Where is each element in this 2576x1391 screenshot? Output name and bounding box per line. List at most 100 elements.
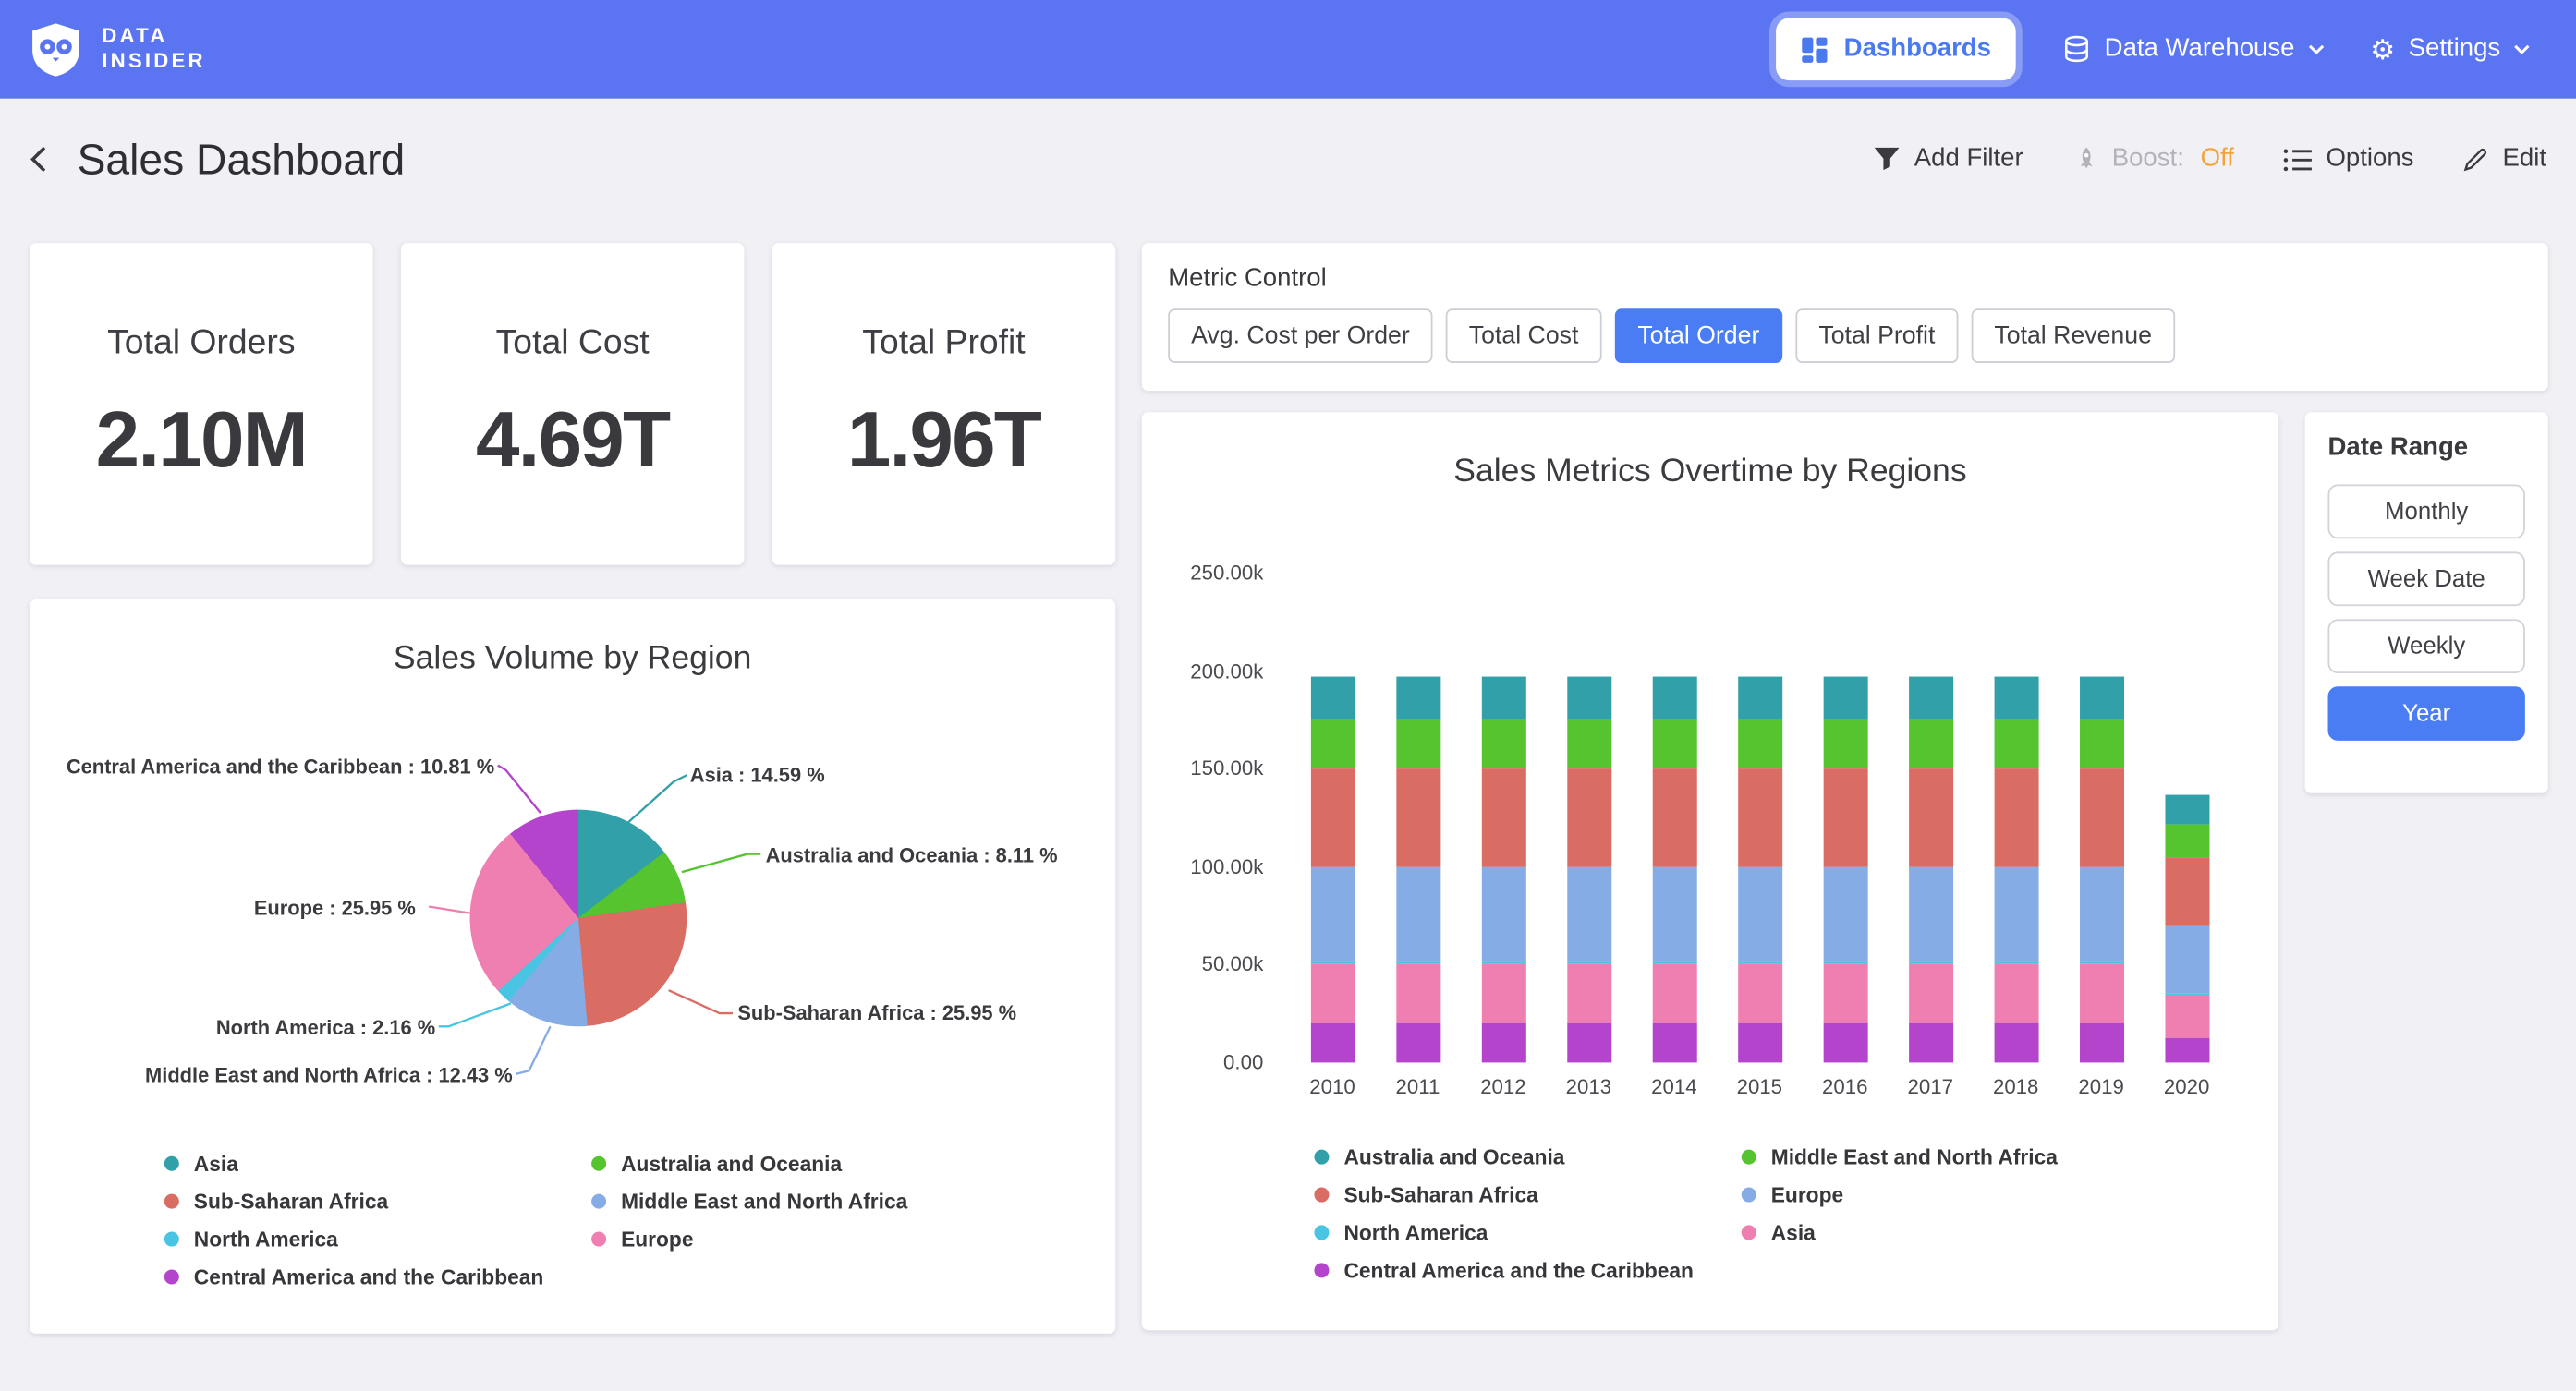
bar-segment (1652, 769, 1696, 867)
bar-segment (1481, 1023, 1525, 1062)
bar-stack (2079, 677, 2123, 1062)
legend-dot (591, 1194, 606, 1209)
bar-stack (1566, 677, 1610, 1062)
bar-segment (1395, 964, 1440, 1023)
bar-xrow: 2010201120122013201420152016201720182019… (1290, 1076, 2230, 1099)
legend-label: Middle East and North Africa (621, 1189, 907, 1214)
legend-dot (164, 1269, 179, 1284)
pie-chart-area: Asia : 14.59 % Australia and Oceania : 8… (30, 688, 1115, 1129)
legend-dot (1742, 1150, 1756, 1165)
brand-line2: INSIDER (102, 49, 206, 74)
bar-segment (1566, 964, 1610, 1023)
bar-column[interactable] (1632, 574, 1717, 1063)
date-range-options: Monthly Week Date Weekly Year (2328, 485, 2525, 741)
legend-item[interactable]: Europe (591, 1227, 907, 1252)
bar-column[interactable] (1973, 574, 2058, 1063)
bar-segment (1737, 964, 1781, 1023)
metric-button[interactable]: Total Order (1615, 308, 1783, 363)
x-axis-label: 2016 (1803, 1076, 1888, 1099)
nav-dashboards[interactable]: Dashboards (1777, 18, 2016, 81)
y-axis-tick: 200.00k (1168, 658, 1263, 683)
bar-column[interactable] (1290, 574, 1375, 1063)
legend-item[interactable]: North America (164, 1227, 591, 1252)
date-range-option[interactable]: Week Date (2328, 551, 2525, 606)
bar-segment (1310, 769, 1355, 867)
metric-button[interactable]: Total Revenue (1972, 308, 2175, 363)
legend-dot (164, 1156, 179, 1171)
nav-settings[interactable]: ⚙ Settings (2370, 34, 2530, 64)
bar-segment (1737, 720, 1781, 769)
bar-column[interactable] (1461, 574, 1546, 1063)
bar-segment (1481, 769, 1525, 867)
header-actions: Add Filter Boost: Off Options (1873, 144, 2546, 174)
bar-area: 2010201120122013201420152016201720182019… (1168, 560, 2255, 1119)
bar-column[interactable] (1375, 574, 1460, 1063)
bar-column[interactable] (2059, 574, 2144, 1063)
bar-column[interactable] (2144, 574, 2229, 1063)
nav-dashboards-label: Dashboards (1844, 34, 1991, 64)
brand-logo: DATA INSIDER (26, 19, 205, 79)
legend-dot (1314, 1188, 1329, 1203)
callout-line-asia (626, 775, 687, 824)
options-button[interactable]: Options (2283, 144, 2413, 174)
bar-segment (1566, 1023, 1610, 1062)
legend-label: Europe (1771, 1182, 1843, 1207)
bar-column[interactable] (1546, 574, 1631, 1063)
legend-item[interactable]: North America (1314, 1220, 1741, 1245)
add-filter-label: Add Filter (1914, 144, 2023, 174)
date-range-option[interactable]: Year (2328, 686, 2525, 741)
metric-button[interactable]: Total Cost (1446, 308, 1601, 363)
pie-callout-label: Australia and Oceania : 8.11 % (766, 844, 1058, 867)
legend-item[interactable]: Asia (1742, 1220, 2058, 1245)
date-range-option[interactable]: Weekly (2328, 619, 2525, 673)
metric-button[interactable]: Avg. Cost per Order (1168, 308, 1432, 363)
rocket-icon (2072, 146, 2098, 172)
bar-plot (1290, 574, 2230, 1063)
bar-segment (2165, 858, 2209, 926)
bar-column[interactable] (1717, 574, 1802, 1063)
pencil-icon (2463, 146, 2489, 172)
bar-segment (1481, 867, 1525, 962)
legend-item[interactable]: Australia and Oceania (591, 1151, 907, 1176)
legend-item[interactable]: Middle East and North Africa (591, 1189, 907, 1214)
database-icon (2061, 34, 2091, 64)
legend-label: Sub-Saharan Africa (1343, 1182, 1537, 1207)
metric-button[interactable]: Total Profit (1795, 308, 1958, 363)
brand-name: DATA INSIDER (102, 25, 206, 74)
kpi-card-total-cost: Total Cost 4.69T (401, 243, 745, 564)
bar-column[interactable] (1803, 574, 1888, 1063)
chevron-down-icon (2513, 44, 2530, 54)
legend-label: Central America and the Caribbean (194, 1264, 544, 1289)
chevron-down-icon (2308, 44, 2325, 54)
legend-item[interactable]: Asia (164, 1151, 591, 1176)
bar-segment (1823, 964, 1867, 1023)
date-range-option[interactable]: Monthly (2328, 485, 2525, 539)
legend-item[interactable]: Central America and the Caribbean (164, 1264, 591, 1289)
bar-segment (1823, 1023, 1867, 1062)
legend-label: Central America and the Caribbean (1343, 1258, 1694, 1283)
back-button[interactable] (30, 144, 48, 174)
nav-settings-label: Settings (2409, 34, 2501, 64)
legend-item[interactable]: Australia and Oceania (1314, 1144, 1741, 1169)
bar-stack (1310, 677, 1355, 1062)
add-filter-button[interactable]: Add Filter (1873, 144, 2023, 174)
kpi-card-total-profit: Total Profit 1.96T (772, 243, 1116, 564)
legend-item[interactable]: Central America and the Caribbean (1314, 1258, 1741, 1283)
x-axis-label: 2012 (1461, 1076, 1546, 1099)
legend-item[interactable]: Sub-Saharan Africa (1314, 1182, 1741, 1207)
kpi-value: 2.10M (96, 395, 307, 486)
boost-toggle[interactable]: Boost: Off (2072, 144, 2234, 174)
legend-item[interactable]: Europe (1742, 1182, 2058, 1207)
nav-data-warehouse[interactable]: Data Warehouse (2061, 34, 2324, 64)
bar-segment (2079, 677, 2123, 720)
kpi-value: 1.96T (847, 395, 1040, 486)
dashboard-grid-icon (1801, 35, 1829, 63)
top-nav: DATA INSIDER Dashboards Data Warehouse (0, 0, 2576, 99)
legend-item[interactable]: Middle East and North Africa (1742, 1144, 2058, 1169)
date-range-title: Date Range (2328, 433, 2525, 463)
edit-button[interactable]: Edit (2463, 144, 2546, 174)
legend-item[interactable]: Sub-Saharan Africa (164, 1189, 591, 1214)
bar-segment (1908, 1023, 1952, 1062)
pie-circle[interactable] (470, 810, 687, 1027)
bar-column[interactable] (1888, 574, 1973, 1063)
